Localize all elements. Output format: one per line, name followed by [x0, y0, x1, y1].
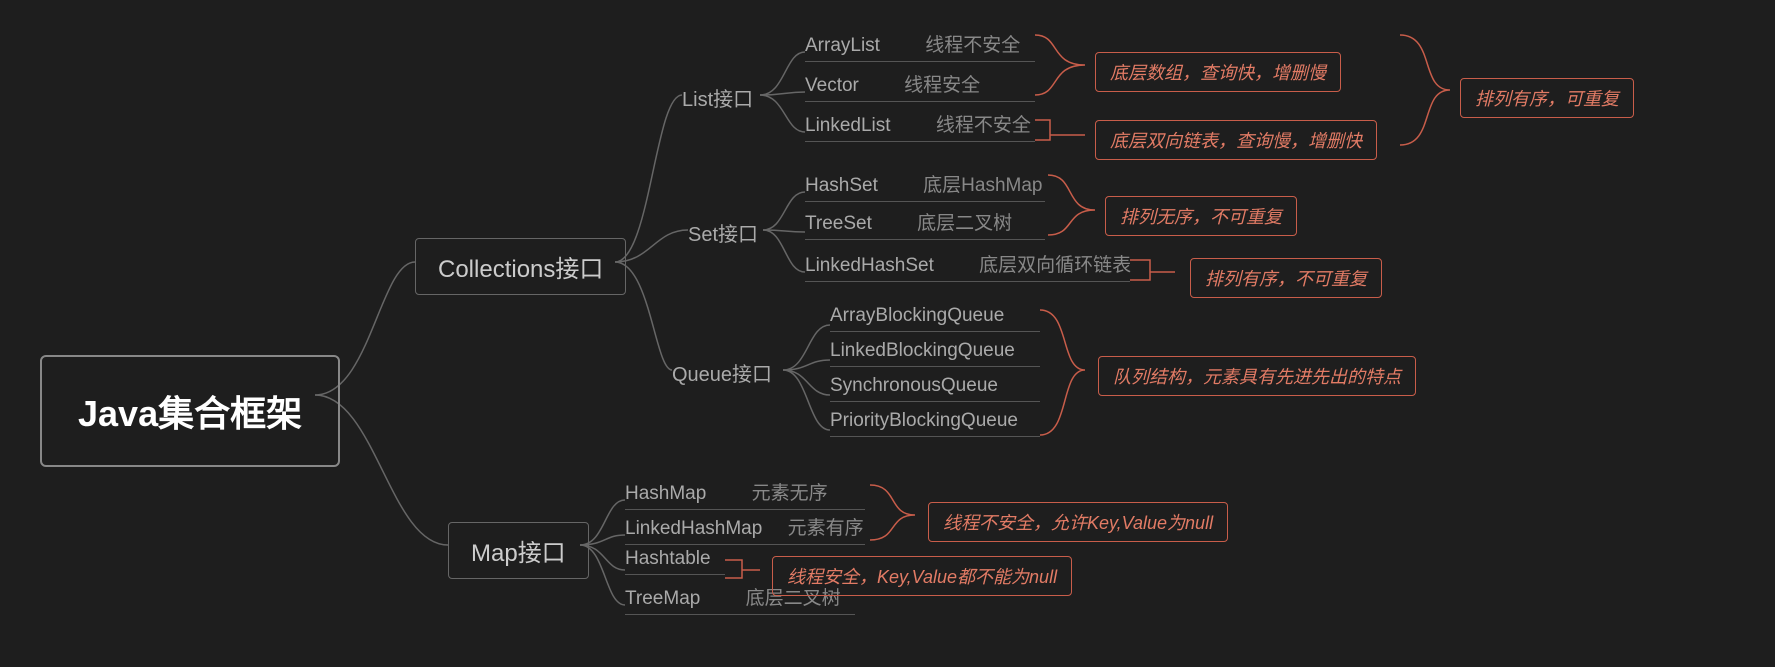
queue-item-pbq[interactable]: PriorityBlockingQueue: [830, 410, 1040, 437]
list-node[interactable]: List接口: [682, 83, 753, 112]
root-title: Java集合框架: [78, 393, 302, 434]
map-item-hashtable[interactable]: Hashtable: [625, 548, 725, 575]
leaf-name: PriorityBlockingQueue: [830, 410, 1018, 432]
leaf-detail: 线程安全: [904, 70, 980, 97]
queue-item-abq[interactable]: ArrayBlockingQueue: [830, 305, 1040, 332]
list-note-overall: 排列有序，可重复: [1460, 78, 1634, 118]
map-note-unsafe: 线程不安全，允许Key,Value为null: [928, 502, 1228, 542]
leaf-name: TreeMap: [625, 588, 700, 610]
leaf-name: Hashtable: [625, 548, 711, 570]
set-item-hashset[interactable]: HashSet 底层HashMap: [805, 170, 1045, 202]
set-node[interactable]: Set接口: [688, 218, 758, 247]
leaf-name: ArrayBlockingQueue: [830, 305, 1004, 327]
set-note-ordered: 排列有序，不可重复: [1190, 258, 1382, 298]
leaf-name: LinkedHashSet: [805, 255, 934, 277]
set-note-unordered: 排列无序，不可重复: [1105, 196, 1297, 236]
leaf-detail: 线程不安全: [925, 30, 1020, 57]
leaf-name: HashSet: [805, 175, 878, 197]
queue-item-lbq[interactable]: LinkedBlockingQueue: [830, 340, 1040, 367]
list-item-linkedlist[interactable]: LinkedList 线程不安全: [805, 110, 1035, 142]
map-item-linkedhashmap[interactable]: LinkedHashMap 元素有序: [625, 513, 865, 545]
leaf-name: ArrayList: [805, 35, 880, 57]
leaf-detail: 元素无序: [752, 478, 828, 505]
leaf-name: SynchronousQueue: [830, 375, 998, 397]
collections-node[interactable]: Collections接口: [415, 238, 626, 295]
map-label: Map接口: [471, 540, 566, 567]
leaf-detail: 底层HashMap: [923, 170, 1042, 197]
leaf-name: HashMap: [625, 483, 706, 505]
list-note-array: 底层数组，查询快，增删慢: [1095, 52, 1341, 92]
leaf-name: Vector: [805, 75, 859, 97]
queue-note: 队列结构，元素具有先进先出的特点: [1098, 356, 1416, 396]
leaf-detail: 元素有序: [788, 513, 864, 540]
leaf-name: LinkedBlockingQueue: [830, 340, 1015, 362]
leaf-detail: 底层二叉树: [917, 208, 1012, 235]
leaf-name: TreeSet: [805, 213, 872, 235]
leaf-name: LinkedList: [805, 115, 891, 137]
map-node[interactable]: Map接口: [448, 522, 589, 579]
map-note-safe: 线程安全，Key,Value都不能为null: [772, 556, 1072, 596]
leaf-name: LinkedHashMap: [625, 518, 762, 540]
leaf-detail: 线程不安全: [936, 110, 1031, 137]
set-item-linkedhashset[interactable]: LinkedHashSet 底层双向循环链表: [805, 250, 1130, 282]
list-note-linked: 底层双向链表，查询慢，增删快: [1095, 120, 1377, 160]
list-item-vector[interactable]: Vector 线程安全: [805, 70, 1035, 102]
set-item-treeset[interactable]: TreeSet 底层二叉树: [805, 208, 1045, 240]
list-item-arraylist[interactable]: ArrayList 线程不安全: [805, 30, 1035, 62]
collections-label: Collections接口: [438, 256, 603, 283]
root-node[interactable]: Java集合框架: [40, 355, 340, 467]
leaf-detail: 底层双向循环链表: [979, 250, 1131, 277]
queue-item-sq[interactable]: SynchronousQueue: [830, 375, 1040, 402]
queue-node[interactable]: Queue接口: [672, 358, 772, 387]
map-item-hashmap[interactable]: HashMap 元素无序: [625, 478, 865, 510]
